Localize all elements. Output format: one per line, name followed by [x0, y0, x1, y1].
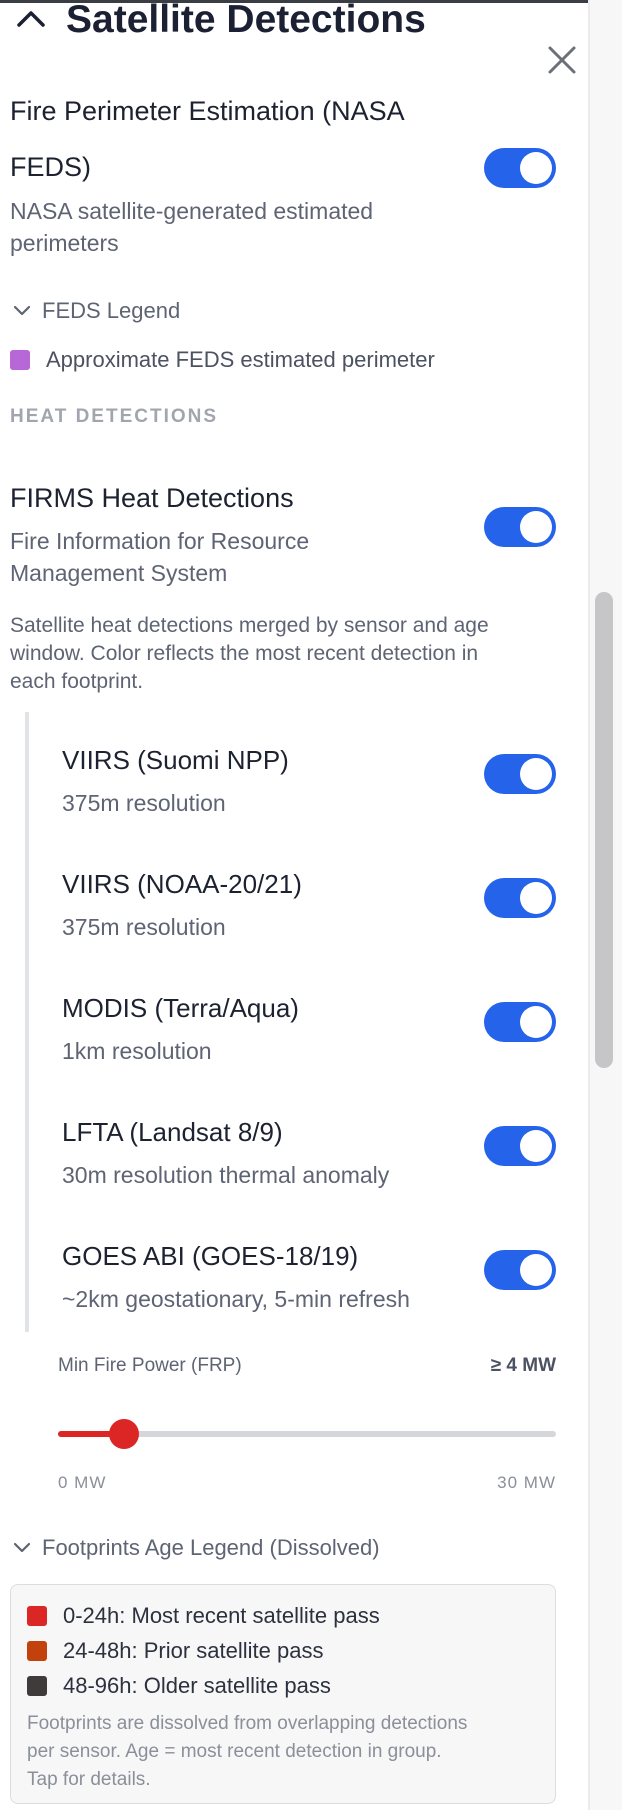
sensor-modis-title: MODIS (Terra/Aqua)	[62, 993, 299, 1023]
toggle-knob	[520, 758, 552, 790]
chevron-down-icon	[13, 1542, 31, 1553]
sensor-viirs-noaa-subtitle: 375m resolution	[62, 914, 226, 940]
age-legend-toggle[interactable]: Footprints Age Legend (Dissolved)	[12, 1535, 380, 1561]
age-legend-item-label: 24-48h: Prior satellite pass	[63, 1638, 324, 1663]
firms-description-line3: each footprint.	[10, 670, 144, 693]
age-legend-item: 24-48h: Prior satellite pass	[27, 1638, 323, 1664]
sensor-lfta-title: LFTA (Landsat 8/9)	[62, 1117, 283, 1147]
sensor-goes-title: GOES ABI (GOES-18/19)	[62, 1241, 359, 1271]
sensor-list-indent-bar	[25, 712, 29, 1332]
sensor-viirs-snpp-subtitle: 375m resolution	[62, 790, 226, 816]
feds-title-line1: Fire Perimeter Estimation (NASA	[10, 96, 405, 126]
frp-label: Min Fire Power (FRP)	[58, 1355, 242, 1376]
sensor-modis-subtitle: 1km resolution	[62, 1038, 212, 1064]
age-swatch-48-96h	[27, 1676, 47, 1696]
toggle-knob	[520, 511, 552, 543]
age-legend-item: 48-96h: Older satellite pass	[27, 1673, 331, 1699]
firms-subtitle-line2: Management System	[10, 560, 228, 586]
feds-toggle[interactable]	[484, 148, 556, 188]
satellite-detections-panel: Satellite Detections Fire Perimeter Esti…	[0, 0, 622, 1810]
sensor-viirs-noaa-title: VIIRS (NOAA-20/21)	[62, 869, 302, 899]
age-legend-label: Footprints Age Legend (Dissolved)	[42, 1535, 380, 1560]
panel-title: Satellite Detections	[66, 0, 426, 41]
age-legend-item-label: 48-96h: Older satellite pass	[63, 1673, 331, 1698]
frp-range-min: 0 MW	[58, 1473, 107, 1492]
sensor-lfta-subtitle: 30m resolution thermal anomaly	[62, 1162, 390, 1188]
feds-legend-item-label: Approximate FEDS estimated perimeter	[46, 347, 435, 372]
feds-legend-label: FEDS Legend	[42, 298, 181, 323]
firms-subtitle-line1: Fire Information for Resource	[10, 528, 310, 554]
sensor-modis-toggle[interactable]	[484, 1002, 556, 1042]
collapse-chevron-up-icon[interactable]	[14, 6, 48, 30]
firms-title: FIRMS Heat Detections	[10, 483, 294, 513]
chevron-down-icon	[13, 305, 31, 316]
age-legend-note: Footprints are dissolved from overlappin…	[27, 1710, 547, 1794]
feds-legend-item: Approximate FEDS estimated perimeter	[10, 347, 435, 373]
feds-subtitle-line1: NASA satellite-generated estimated	[10, 198, 374, 224]
age-legend-item-label: 0-24h: Most recent satellite pass	[63, 1603, 380, 1628]
toggle-knob	[520, 882, 552, 914]
feds-perimeter-swatch	[10, 350, 30, 370]
toggle-knob	[520, 152, 552, 184]
sensor-lfta-toggle[interactable]	[484, 1126, 556, 1166]
firms-description-line2: window. Color reflects the most recent d…	[10, 642, 479, 665]
age-swatch-0-24h	[27, 1606, 47, 1626]
frp-range-max: 30 MW	[497, 1473, 556, 1492]
age-note-line2: per sensor. Age = most recent detection …	[27, 1741, 442, 1762]
firms-description-line1: Satellite heat detections merged by sens…	[10, 614, 489, 637]
sensor-goes-toggle[interactable]	[484, 1250, 556, 1290]
age-legend-item: 0-24h: Most recent satellite pass	[27, 1603, 380, 1629]
age-legend-box[interactable]: 0-24h: Most recent satellite pass 24-48h…	[10, 1584, 556, 1804]
toggle-knob	[520, 1130, 552, 1162]
feds-subtitle-line2: perimeters	[10, 230, 119, 256]
age-note-line1: Footprints are dissolved from overlappin…	[27, 1713, 468, 1734]
scrollbar-thumb[interactable]	[595, 592, 613, 1068]
frp-slider-thumb[interactable]	[109, 1419, 140, 1449]
feds-title-line2: FEDS)	[10, 152, 91, 182]
toggle-knob	[520, 1254, 552, 1286]
sensor-viirs-noaa-toggle[interactable]	[484, 878, 556, 918]
sensor-viirs-snpp-toggle[interactable]	[484, 754, 556, 794]
feds-legend-toggle[interactable]: FEDS Legend	[12, 298, 180, 324]
toggle-knob	[520, 1006, 552, 1038]
sensor-goes-subtitle: ~2km geostationary, 5-min refresh	[62, 1286, 410, 1312]
age-swatch-24-48h	[27, 1641, 47, 1661]
heat-detections-heading: HEAT DETECTIONS	[10, 406, 219, 427]
sensor-viirs-snpp-title: VIIRS (Suomi NPP)	[62, 745, 289, 775]
close-icon[interactable]	[542, 40, 582, 80]
age-note-line3: Tap for details.	[27, 1769, 151, 1790]
frp-value: ≥ 4 MW	[490, 1355, 556, 1376]
firms-toggle[interactable]	[484, 507, 556, 547]
